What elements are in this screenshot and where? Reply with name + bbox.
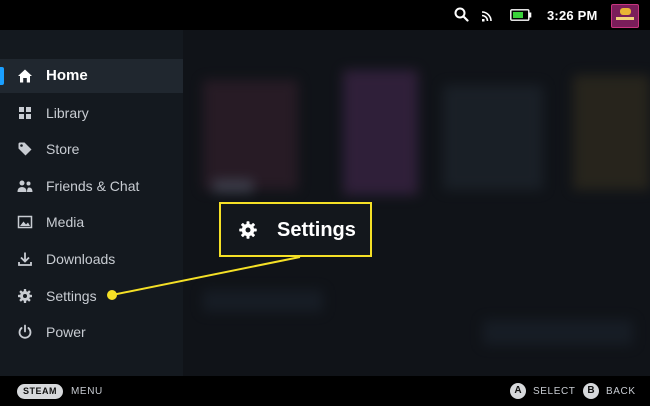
clock: 3:26 PM — [547, 8, 598, 23]
a-button-icon[interactable]: A — [510, 383, 526, 399]
sidebar-item-downloads[interactable]: Downloads — [0, 242, 183, 276]
friends-icon — [17, 180, 33, 192]
button-hint-bar: STEAM MENU A SELECT B BACK — [0, 376, 650, 406]
steam-deck-screen: 3:26 PM Home Library Store Friends & Cha… — [0, 0, 650, 406]
select-hint: SELECT — [533, 386, 576, 397]
sidebar-item-store[interactable]: Store — [0, 132, 183, 166]
avatar[interactable] — [611, 4, 639, 28]
gear-icon — [239, 221, 257, 239]
sidebar-item-label: Settings — [46, 288, 97, 304]
sidebar-item-friends[interactable]: Friends & Chat — [0, 169, 183, 203]
sidebar-item-label: Library — [46, 105, 89, 121]
active-indicator — [0, 67, 4, 85]
sidebar-item-power[interactable]: Power — [0, 315, 183, 349]
grid-icon — [19, 107, 31, 119]
steam-button[interactable]: STEAM — [17, 384, 63, 399]
battery-icon — [510, 9, 532, 21]
settings-callout: Settings — [219, 202, 372, 257]
sidebar-item-label: Store — [46, 141, 80, 157]
home-icon — [18, 69, 32, 83]
sidebar-item-library[interactable]: Library — [0, 96, 183, 130]
sidebar-item-label: Media — [46, 214, 85, 230]
search-icon[interactable] — [454, 7, 469, 22]
download-icon — [18, 252, 32, 266]
sidebar-item-label: Home — [46, 67, 88, 84]
sidebar-item-media[interactable]: Media — [0, 205, 183, 239]
sidebar-item-home[interactable]: Home — [0, 59, 183, 93]
callout-label: Settings — [277, 219, 356, 241]
menu-hint: MENU — [71, 386, 103, 397]
sidebar-item-label: Friends & Chat — [46, 178, 140, 194]
status-bar: 3:26 PM — [0, 0, 650, 30]
back-hint: BACK — [606, 386, 636, 397]
image-icon — [17, 215, 33, 229]
gear-icon — [18, 289, 32, 303]
sidebar-item-settings[interactable]: Settings — [0, 279, 183, 313]
sidebar: Home Library Store Friends & Chat Media … — [0, 30, 183, 376]
power-icon — [18, 324, 32, 339]
sidebar-item-label: Power — [46, 324, 86, 340]
sidebar-item-label: Downloads — [46, 251, 116, 267]
b-button-icon[interactable]: B — [583, 383, 599, 399]
cast-icon — [481, 11, 492, 22]
tag-icon — [18, 142, 32, 156]
